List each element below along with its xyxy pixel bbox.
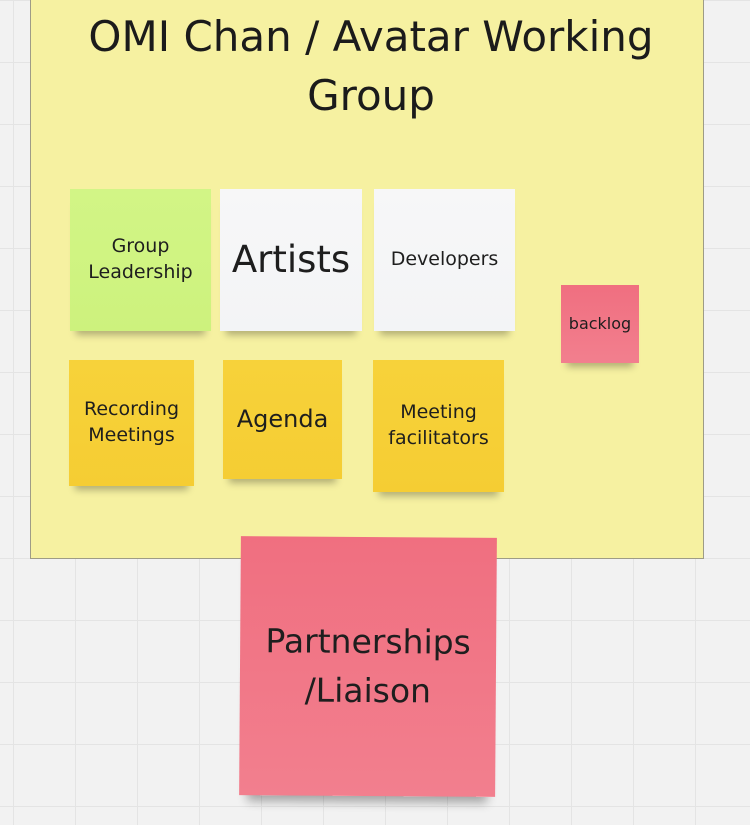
sticky-note-text: Group Leadership bbox=[88, 235, 193, 283]
sticky-note-text: Artists bbox=[231, 238, 351, 282]
sticky-note-group-leadership[interactable]: Group Leadership bbox=[70, 189, 211, 331]
sticky-note-text: Agenda bbox=[236, 405, 329, 434]
sticky-note-developers[interactable]: Developers bbox=[374, 189, 515, 331]
sticky-note-recording-meetings[interactable]: Recording Meetings bbox=[69, 360, 194, 486]
sticky-note-meeting-facilitators[interactable]: Meeting facilitators bbox=[373, 360, 504, 492]
sticky-note-text: backlog bbox=[568, 314, 632, 334]
sticky-note-artists[interactable]: Artists bbox=[220, 189, 362, 331]
sticky-note-backlog[interactable]: backlog bbox=[561, 285, 639, 363]
sticky-note-text: Meeting facilitators bbox=[388, 401, 489, 449]
frame-title[interactable]: OMI Chan / Avatar Working Group bbox=[71, 7, 671, 125]
sticky-note-text: Partnerships /Liaison bbox=[265, 620, 471, 710]
sticky-note-agenda[interactable]: Agenda bbox=[223, 360, 342, 479]
sticky-note-text: Recording Meetings bbox=[83, 398, 180, 446]
sticky-note-partnerships-liaison[interactable]: Partnerships /Liaison bbox=[239, 536, 497, 797]
sticky-note-text: Developers bbox=[390, 248, 499, 271]
